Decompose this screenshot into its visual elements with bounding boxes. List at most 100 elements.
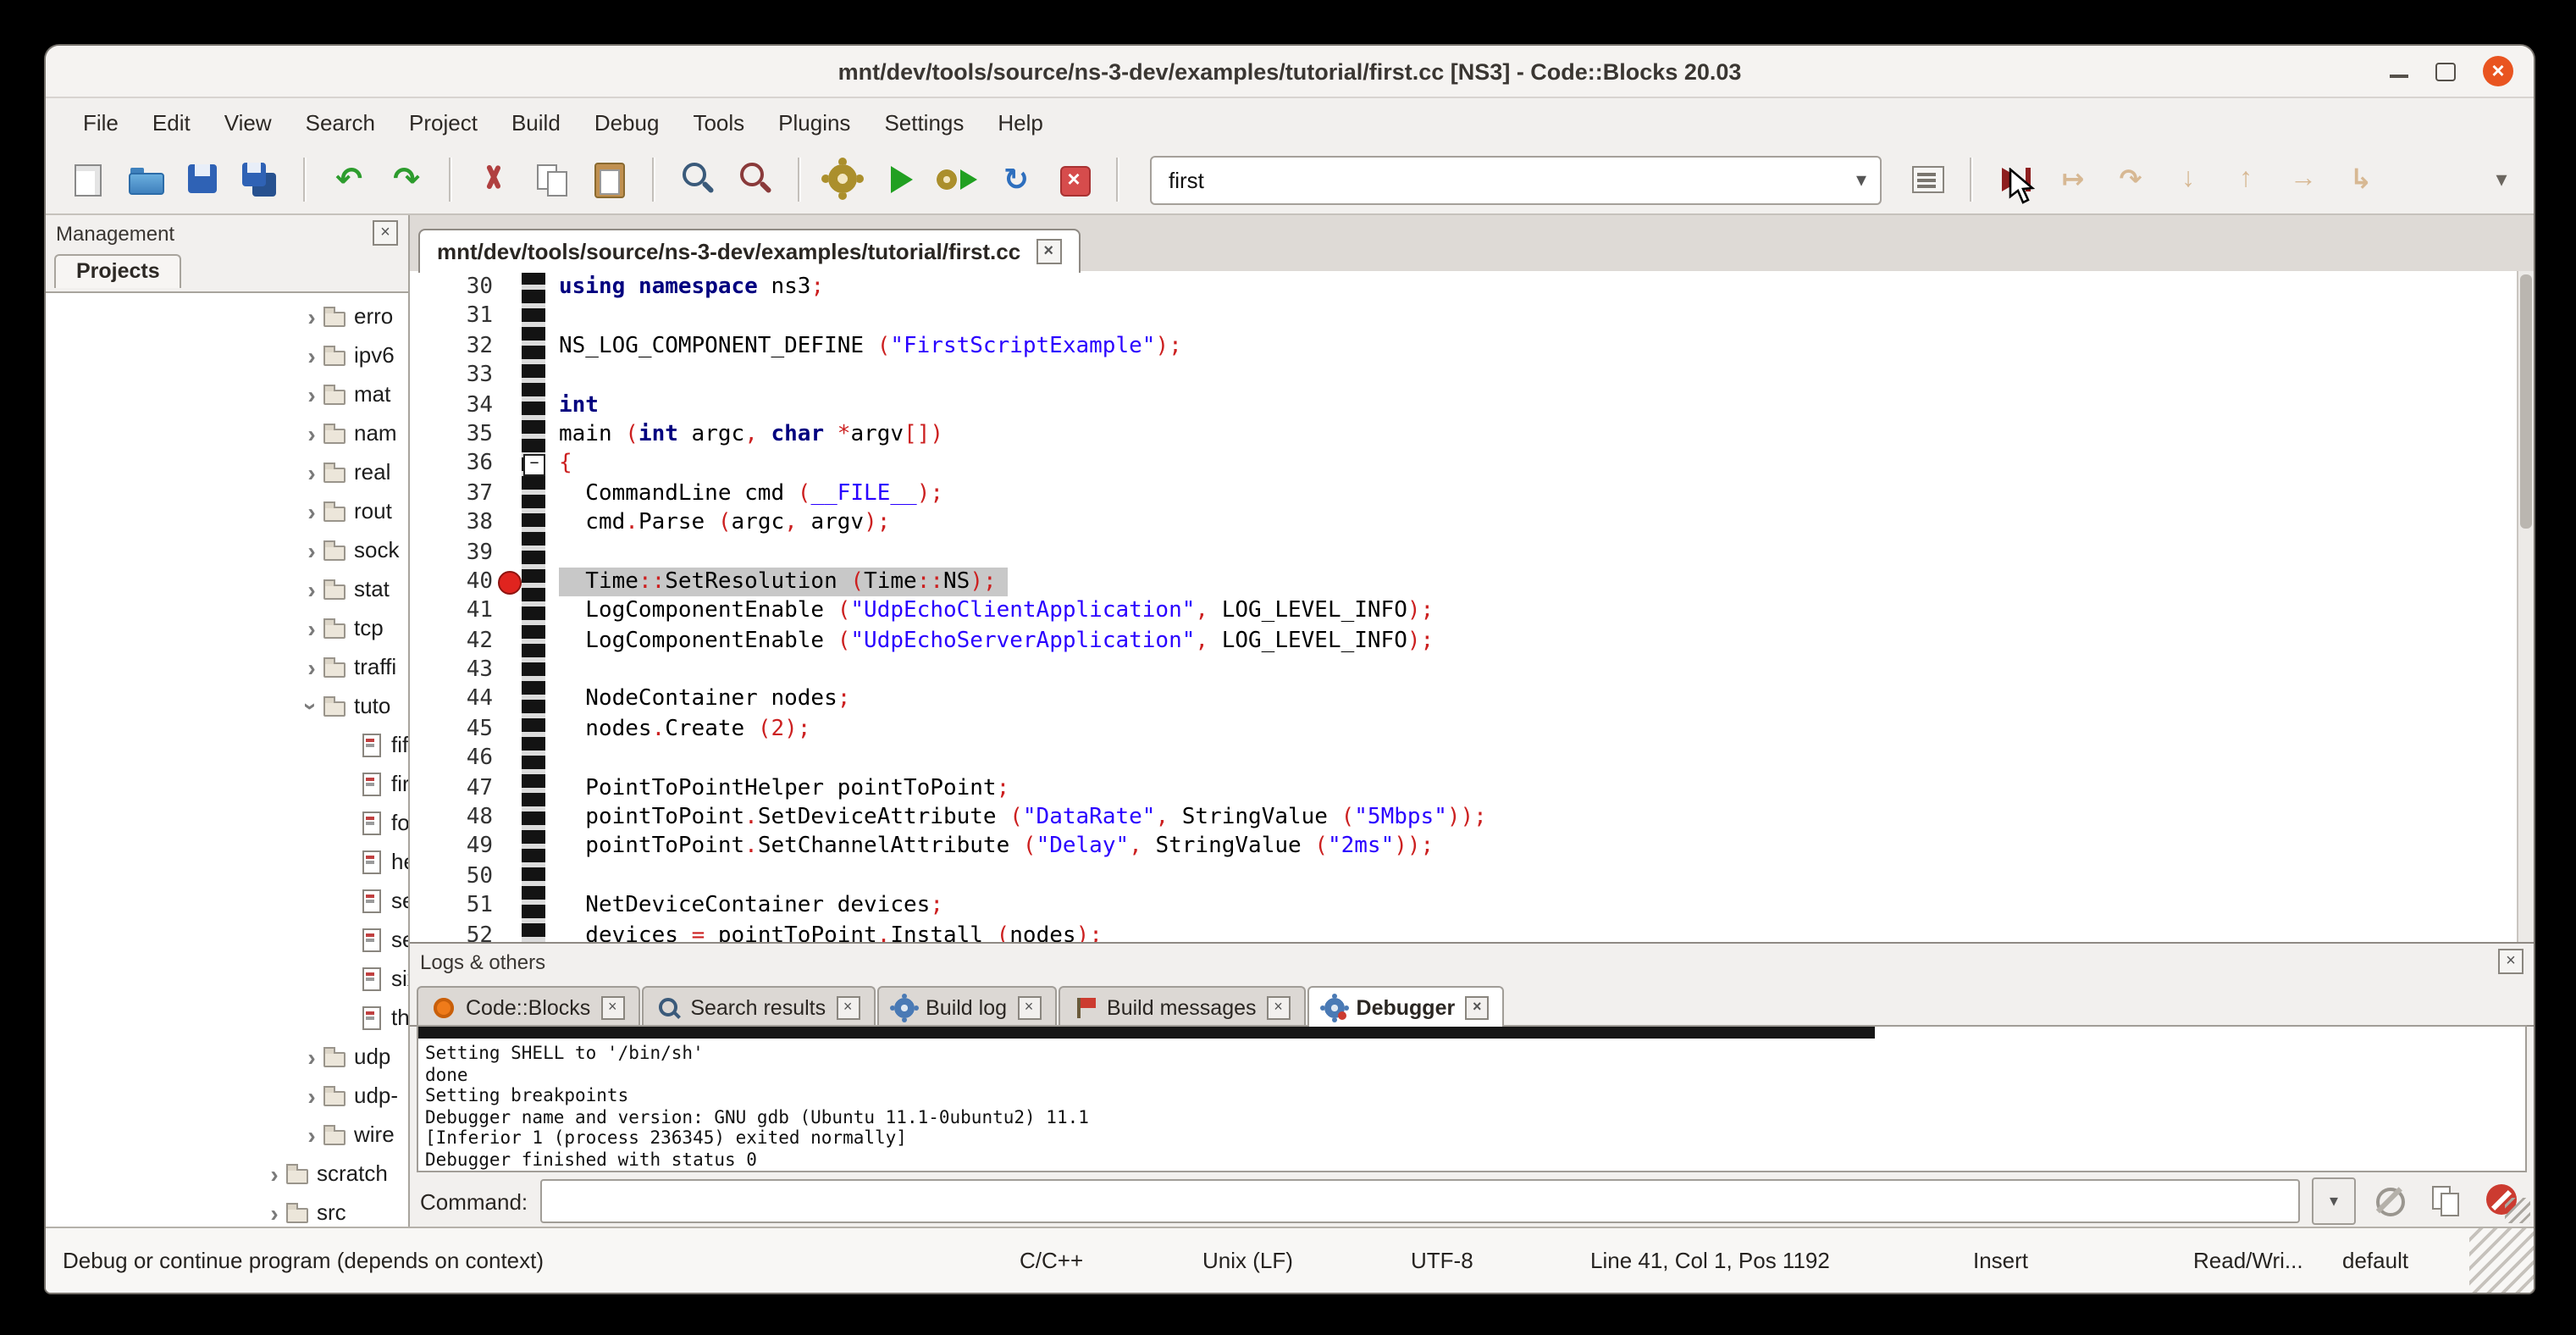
line-number[interactable]: 41 (410, 597, 493, 627)
tree-item-tuto[interactable]: tuto (46, 686, 408, 725)
tree-item-erro[interactable]: erro (46, 296, 408, 335)
tree-item-se[interactable]: se (46, 881, 408, 920)
open-file-icon[interactable] (120, 156, 171, 203)
log-tab-close-icon[interactable] (1017, 995, 1041, 1019)
fold-marker-icon[interactable] (523, 455, 545, 477)
editor-tab-first-cc[interactable]: mnt/dev/tools/source/ns-3-dev/examples/t… (418, 229, 1080, 273)
line-number[interactable]: 46 (410, 745, 493, 774)
log-tab-close-icon[interactable] (836, 995, 860, 1019)
code-line-37[interactable]: 37 CommandLine cmd (__FILE__); (410, 479, 2517, 508)
line-number[interactable]: 47 (410, 773, 493, 803)
expand-chevron-icon[interactable] (300, 1121, 323, 1148)
undo-icon[interactable] (323, 156, 374, 203)
build-and-run-icon[interactable] (933, 156, 984, 203)
new-file-icon[interactable] (63, 156, 113, 203)
code-line-30[interactable]: 30using namespace ns3; (410, 273, 2517, 302)
cut-icon[interactable] (469, 156, 520, 203)
expand-chevron-icon[interactable] (298, 694, 325, 717)
next-instruction-icon[interactable] (2278, 156, 2329, 203)
log-tab-build-messages[interactable]: Build messages (1058, 986, 1306, 1027)
line-number[interactable]: 50 (410, 862, 493, 892)
tree-item-udp[interactable]: udp (46, 1037, 408, 1076)
tree-item-mat[interactable]: mat (46, 374, 408, 413)
expand-chevron-icon[interactable] (300, 302, 323, 330)
menu-item-edit[interactable]: Edit (135, 102, 207, 141)
line-number[interactable]: 33 (410, 361, 493, 391)
line-number[interactable]: 31 (410, 302, 493, 332)
expand-chevron-icon[interactable] (300, 458, 323, 485)
log-selected-row[interactable] (418, 1027, 1875, 1039)
find-in-files-icon[interactable] (730, 156, 781, 203)
log-tab-close-icon[interactable] (600, 995, 624, 1019)
tree-item-nam[interactable]: nam (46, 413, 408, 452)
step-out-icon[interactable] (2220, 156, 2271, 203)
tree-item-scratch[interactable]: scratch (46, 1154, 408, 1193)
line-number[interactable]: 52 (410, 921, 493, 942)
tree-item-udp[interactable]: udp- (46, 1076, 408, 1115)
line-number[interactable]: 51 (410, 891, 493, 921)
expand-chevron-icon[interactable] (300, 380, 323, 407)
menu-item-file[interactable]: File (66, 102, 135, 141)
expand-chevron-icon[interactable] (300, 614, 323, 641)
step-into-icon[interactable] (2163, 156, 2214, 203)
tab-projects[interactable]: Projects (54, 254, 182, 288)
code-line-44[interactable]: 44 NodeContainer nodes; (410, 685, 2517, 715)
code-line-50[interactable]: 50 (410, 862, 2517, 892)
menu-item-build[interactable]: Build (495, 102, 578, 141)
compile-target-icon[interactable] (1902, 156, 1953, 203)
maximize-button[interactable] (2435, 62, 2456, 80)
code-line-43[interactable]: 43 (410, 656, 2517, 685)
copy-icon[interactable] (527, 156, 578, 203)
expand-chevron-icon[interactable] (300, 575, 323, 602)
log-tab-build-log[interactable]: Build log (876, 986, 1056, 1027)
line-number[interactable]: 40 (410, 568, 493, 597)
expand-chevron-icon[interactable] (300, 536, 323, 563)
code-line-35[interactable]: 35main (int argc, char *argv[]) (410, 420, 2517, 450)
expand-chevron-icon[interactable] (300, 1043, 323, 1070)
save-file-icon[interactable] (178, 156, 229, 203)
line-number[interactable]: 43 (410, 656, 493, 685)
line-number[interactable]: 49 (410, 833, 493, 862)
code-line-33[interactable]: 33 (410, 361, 2517, 391)
code-line-46[interactable]: 46 (410, 745, 2517, 774)
line-number[interactable]: 34 (410, 391, 493, 420)
paste-icon[interactable] (584, 156, 635, 203)
code-line-41[interactable]: 41 LogComponentEnable ("UdpEchoClientApp… (410, 597, 2517, 627)
code-line-48[interactable]: 48 pointToPoint.SetDeviceAttribute ("Dat… (410, 803, 2517, 833)
search-combobox[interactable] (1150, 155, 1882, 204)
code-line-31[interactable]: 31 (410, 302, 2517, 332)
tree-item-th[interactable]: th (46, 998, 408, 1037)
command-dropdown-icon[interactable] (2312, 1177, 2356, 1225)
line-number[interactable]: 32 (410, 332, 493, 362)
tree-item-se[interactable]: se (46, 920, 408, 959)
expand-chevron-icon[interactable] (300, 653, 323, 680)
rebuild-icon[interactable] (991, 156, 1042, 203)
code-line-32[interactable]: 32NS_LOG_COMPONENT_DEFINE ("FirstScriptE… (410, 332, 2517, 362)
tree-item-fir[interactable]: fir (46, 764, 408, 803)
log-tab-debugger[interactable]: Debugger (1307, 986, 1505, 1027)
log-tab-search-results[interactable]: Search results (641, 986, 875, 1027)
copy-log-icon[interactable] (2424, 1179, 2468, 1223)
line-number[interactable]: 38 (410, 508, 493, 538)
log-tab-close-icon[interactable] (1465, 995, 1489, 1019)
tree-item-rout[interactable]: rout (46, 491, 408, 530)
logs-resize-grip[interactable] (2505, 1198, 2530, 1223)
expand-chevron-icon[interactable] (263, 1160, 286, 1187)
expand-chevron-icon[interactable] (300, 419, 323, 446)
tree-item-he[interactable]: he (46, 842, 408, 881)
menu-item-view[interactable]: View (207, 102, 289, 141)
code-line-49[interactable]: 49 pointToPoint.SetChannelAttribute ("De… (410, 833, 2517, 862)
line-number[interactable]: 48 (410, 803, 493, 833)
editor-scrollbar[interactable] (2517, 271, 2534, 942)
close-button[interactable] (2483, 56, 2513, 86)
attach-icon[interactable] (2368, 1179, 2412, 1223)
abort-build-icon[interactable] (1048, 156, 1099, 203)
expand-chevron-icon[interactable] (300, 341, 323, 368)
save-all-icon[interactable] (235, 156, 286, 203)
tree-item-real[interactable]: real (46, 452, 408, 491)
minimize-button[interactable] (2390, 75, 2408, 79)
line-number[interactable]: 44 (410, 685, 493, 715)
tree-item-traffi[interactable]: traffi (46, 647, 408, 686)
next-line-icon[interactable] (2105, 156, 2156, 203)
log-tab-code-blocks[interactable]: Code::Blocks (417, 986, 639, 1027)
